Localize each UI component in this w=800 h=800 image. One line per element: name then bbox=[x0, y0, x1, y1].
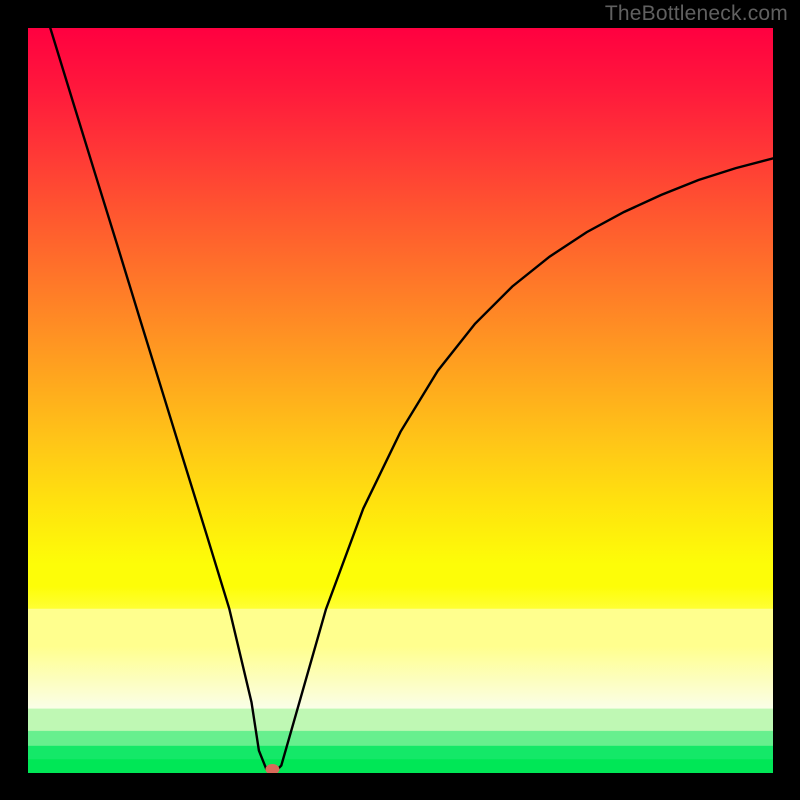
watermark-text: TheBottleneck.com bbox=[605, 2, 788, 26]
bottleneck-curve-chart bbox=[0, 0, 800, 800]
optimum-marker bbox=[265, 764, 279, 775]
chart-gradient-bg bbox=[28, 28, 773, 773]
